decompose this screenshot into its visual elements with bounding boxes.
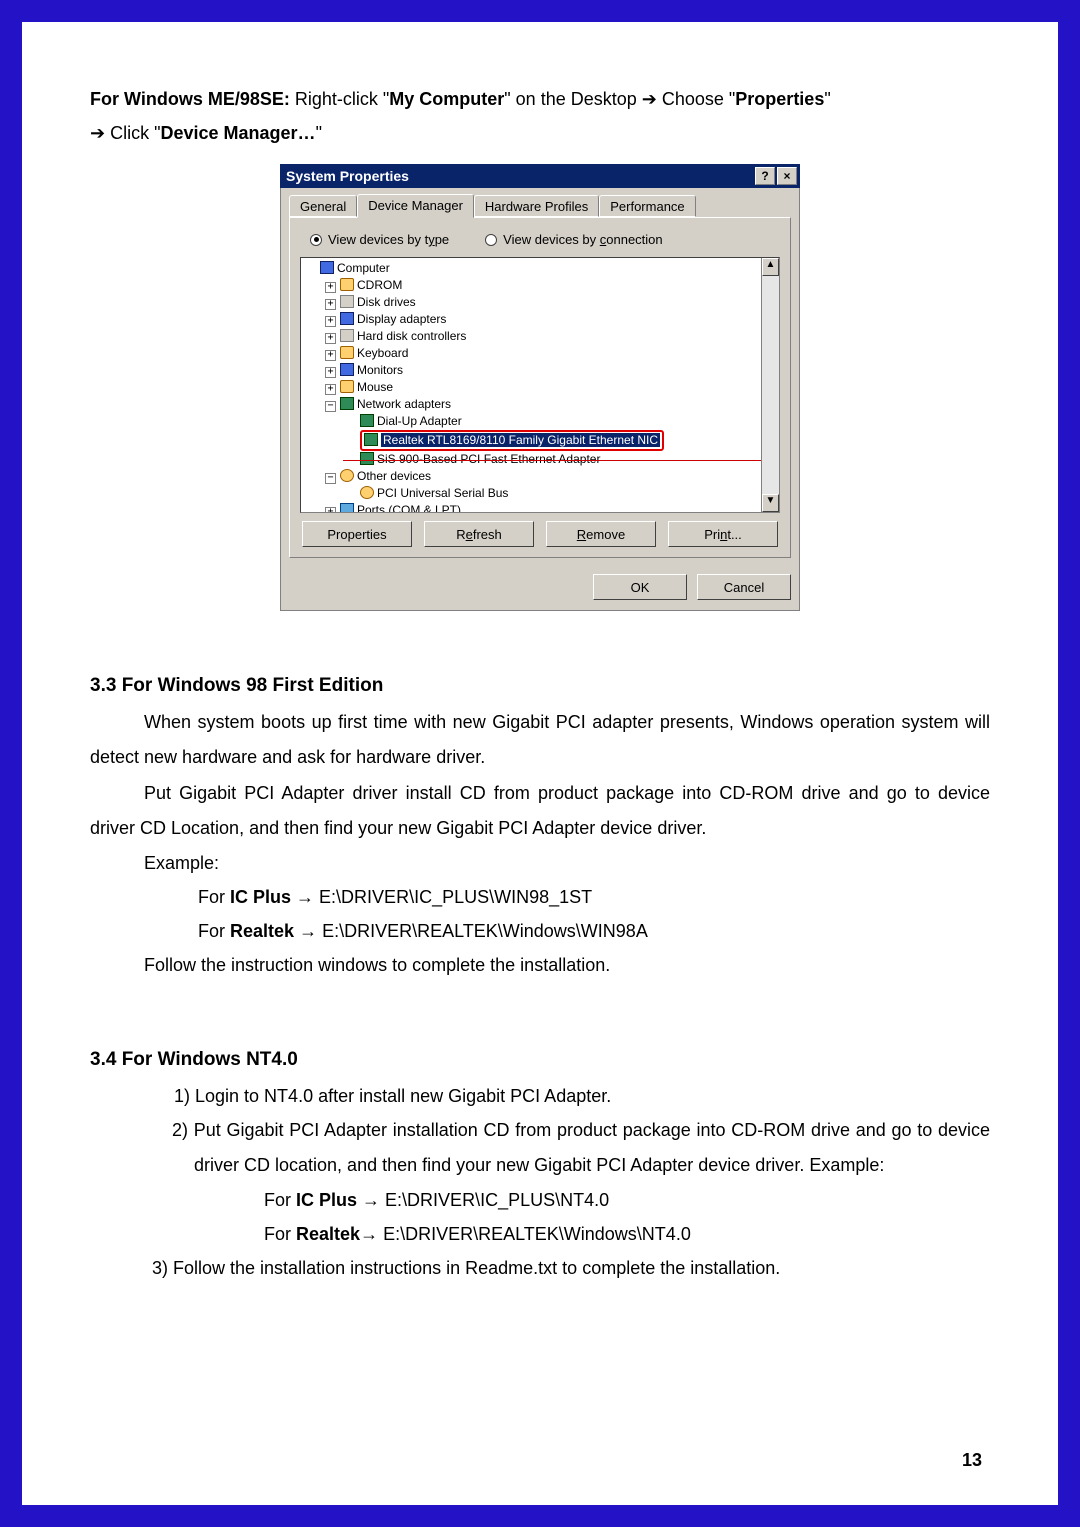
ok-button[interactable]: OK [593, 574, 687, 600]
tree-realtek-nic[interactable]: Realtek RTL8169/8110 Family Gigabit Ethe… [381, 433, 660, 447]
tree-hdd-controllers[interactable]: Hard disk controllers [357, 329, 466, 343]
help-button[interactable]: ? [755, 167, 775, 185]
tree-scrollbar[interactable]: ▲ ▼ [761, 258, 779, 512]
intro-line-2: ➔ Click "Device Manager…" [90, 116, 990, 150]
heading-3-4: 3.4 For Windows NT4.0 [90, 1049, 990, 1071]
refresh-button[interactable]: Refresh [424, 521, 534, 547]
tree-dialup[interactable]: Dial-Up Adapter [377, 414, 462, 428]
mouse-icon [340, 380, 354, 393]
tree-keyboard[interactable]: Keyboard [357, 346, 408, 360]
s34-l2: 2) Put Gigabit PCI Adapter installation … [90, 1113, 990, 1183]
tree-disk-drives[interactable]: Disk drives [357, 295, 416, 309]
radio-dot-icon [310, 234, 322, 246]
properties-button[interactable]: Properties [302, 521, 412, 547]
device-tree[interactable]: Computer +CDROM +Disk drives +Display ad… [300, 257, 780, 513]
cancel-button[interactable]: Cancel [697, 574, 791, 600]
tree-network-adapters[interactable]: Network adapters [357, 397, 451, 411]
radio-view-by-connection[interactable]: View devices by connection [485, 232, 662, 247]
s34-realtek: For Realtek→ E:\DRIVER\REALTEK\Windows\N… [90, 1217, 990, 1251]
scroll-down-button[interactable]: ▼ [762, 494, 779, 512]
radio-dot-icon [485, 234, 497, 246]
s33-p3: Follow the instruction windows to comple… [90, 948, 990, 982]
close-button[interactable]: × [777, 167, 797, 185]
ports-icon [340, 503, 354, 513]
tree-sis-nic[interactable]: SiS 900-Based PCI Fast Ethernet Adapter [377, 452, 600, 466]
s34-icplus: For IC Plus → E:\DRIVER\IC_PLUS\NT4.0 [90, 1183, 990, 1217]
adapter-icon [360, 414, 374, 427]
tab-strip: General Device Manager Hardware Profiles… [289, 194, 791, 218]
scroll-up-button[interactable]: ▲ [762, 258, 779, 276]
radio-view-by-type[interactable]: View devices by type [310, 232, 449, 247]
tab-panel: View devices by type View devices by con… [289, 217, 791, 558]
dialog-titlebar[interactable]: System Properties ? × [280, 164, 800, 188]
tree-ports[interactable]: Ports (COM & LPT) [357, 503, 461, 513]
s33-icplus: For IC Plus → E:\DRIVER\IC_PLUS\WIN98_1S… [90, 880, 990, 914]
page-number: 13 [962, 1450, 982, 1471]
s34-l1: 1) Login to NT4.0 after install new Giga… [90, 1079, 990, 1113]
unknown-icon [360, 486, 374, 499]
tree-other-devices[interactable]: Other devices [357, 469, 431, 483]
print-button[interactable]: Print... [668, 521, 778, 547]
system-properties-dialog: System Properties ? × General Device Man… [280, 164, 800, 611]
disk-icon [340, 295, 354, 308]
tree-mouse[interactable]: Mouse [357, 380, 393, 394]
remove-button[interactable]: Remove [546, 521, 656, 547]
tree-monitors[interactable]: Monitors [357, 363, 403, 377]
hdd-icon [340, 329, 354, 342]
intro-line-1: For Windows ME/98SE: Right-click "My Com… [90, 82, 990, 116]
s33-p2: Put Gigabit PCI Adapter driver install C… [90, 776, 990, 846]
s34-l3: 3) Follow the installation instructions … [90, 1251, 990, 1285]
tree-cdrom[interactable]: CDROM [357, 278, 402, 292]
tab-hardware-profiles[interactable]: Hardware Profiles [474, 195, 599, 217]
tab-device-manager[interactable]: Device Manager [357, 194, 474, 218]
dialog-title: System Properties [286, 168, 409, 184]
s33-p1: When system boots up first time with new… [90, 705, 990, 775]
tree-pci-usb[interactable]: PCI Universal Serial Bus [377, 486, 508, 500]
computer-icon [320, 261, 334, 274]
tab-performance[interactable]: Performance [599, 195, 695, 217]
adapter-icon [360, 452, 374, 465]
heading-3-3: 3.3 For Windows 98 First Edition [90, 675, 990, 697]
s33-example-label: Example: [90, 846, 990, 880]
network-icon [340, 397, 354, 410]
tree-computer[interactable]: Computer [337, 261, 390, 275]
cdrom-icon [340, 278, 354, 291]
tab-general[interactable]: General [289, 195, 357, 217]
keyboard-icon [340, 346, 354, 359]
unknown-icon [340, 469, 354, 482]
s33-realtek: For Realtek → E:\DRIVER\REALTEK\Windows\… [90, 914, 990, 948]
display-icon [340, 312, 354, 325]
tree-display-adapters[interactable]: Display adapters [357, 312, 446, 326]
adapter-icon [364, 433, 378, 446]
monitor-icon [340, 363, 354, 376]
